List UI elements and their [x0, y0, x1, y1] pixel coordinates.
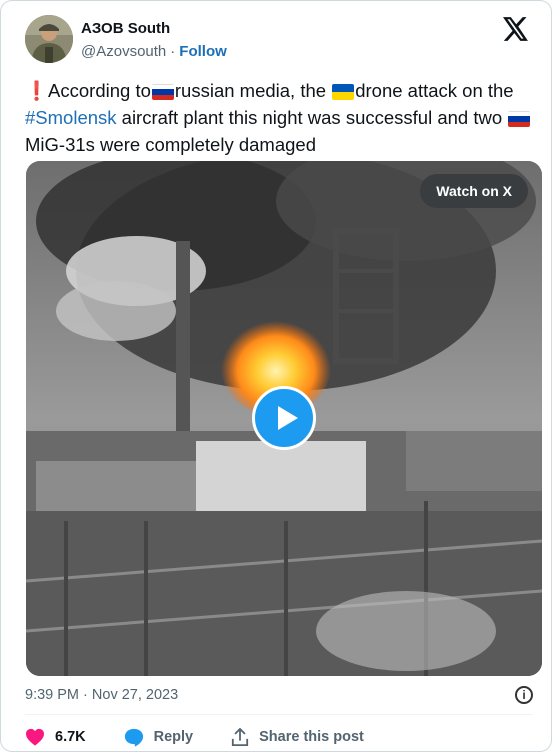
- heart-icon: [26, 728, 44, 746]
- tweet-text-part: According to: [48, 80, 151, 101]
- separator: ·: [170, 43, 176, 60]
- avatar[interactable]: [25, 15, 73, 63]
- tweet-text: ❗According to russian media, the drone at…: [25, 77, 535, 158]
- video-player[interactable]: Watch on X: [26, 161, 542, 676]
- tweet-text-part: MiG-31s were completely damaged: [25, 134, 316, 155]
- author-handle-row: @Azovsouth · Follow: [81, 43, 227, 60]
- hashtag-link[interactable]: #Smolensk: [25, 107, 117, 128]
- tweet-date: Nov 27, 2023: [91, 687, 179, 703]
- reply-icon: [124, 728, 143, 747]
- share-label: Share this post: [259, 729, 364, 745]
- russia-flag-icon: [508, 111, 531, 127]
- exclamation-icon: ❗: [25, 80, 49, 101]
- x-logo-icon[interactable]: [503, 17, 529, 41]
- like-count: 6.7K: [55, 729, 86, 745]
- share-button[interactable]: Share this post: [231, 727, 364, 747]
- russia-flag-icon: [151, 84, 174, 100]
- tweet-time: 9:39 PM: [25, 687, 79, 703]
- follow-button[interactable]: Follow: [179, 43, 227, 60]
- play-icon[interactable]: [252, 386, 316, 450]
- divider: [25, 714, 533, 715]
- reply-label: Reply: [153, 729, 194, 745]
- ukraine-flag-icon: [332, 84, 355, 100]
- info-icon[interactable]: i: [515, 686, 533, 704]
- share-icon: [232, 727, 249, 746]
- author-name[interactable]: АЗОВ South: [81, 20, 170, 37]
- action-bar: 6.7K Reply Share this post: [25, 725, 402, 749]
- tweet-timestamp[interactable]: 9:39 PM · Nov 27, 2023: [25, 687, 178, 703]
- tweet-text-part: aircraft plant this night was successful…: [121, 107, 503, 128]
- author-handle[interactable]: @Azovsouth: [81, 43, 166, 60]
- tweet-text-part: russian media, the: [174, 80, 327, 101]
- like-button[interactable]: 6.7K: [25, 728, 86, 746]
- separator: ·: [83, 687, 88, 703]
- tweet-card: АЗОВ South @Azovsouth · Follow ❗According …: [0, 0, 552, 752]
- reply-button[interactable]: Reply: [124, 728, 194, 747]
- tweet-text-part: drone attack on the: [355, 80, 514, 101]
- watch-on-x-button[interactable]: Watch on X: [420, 174, 528, 208]
